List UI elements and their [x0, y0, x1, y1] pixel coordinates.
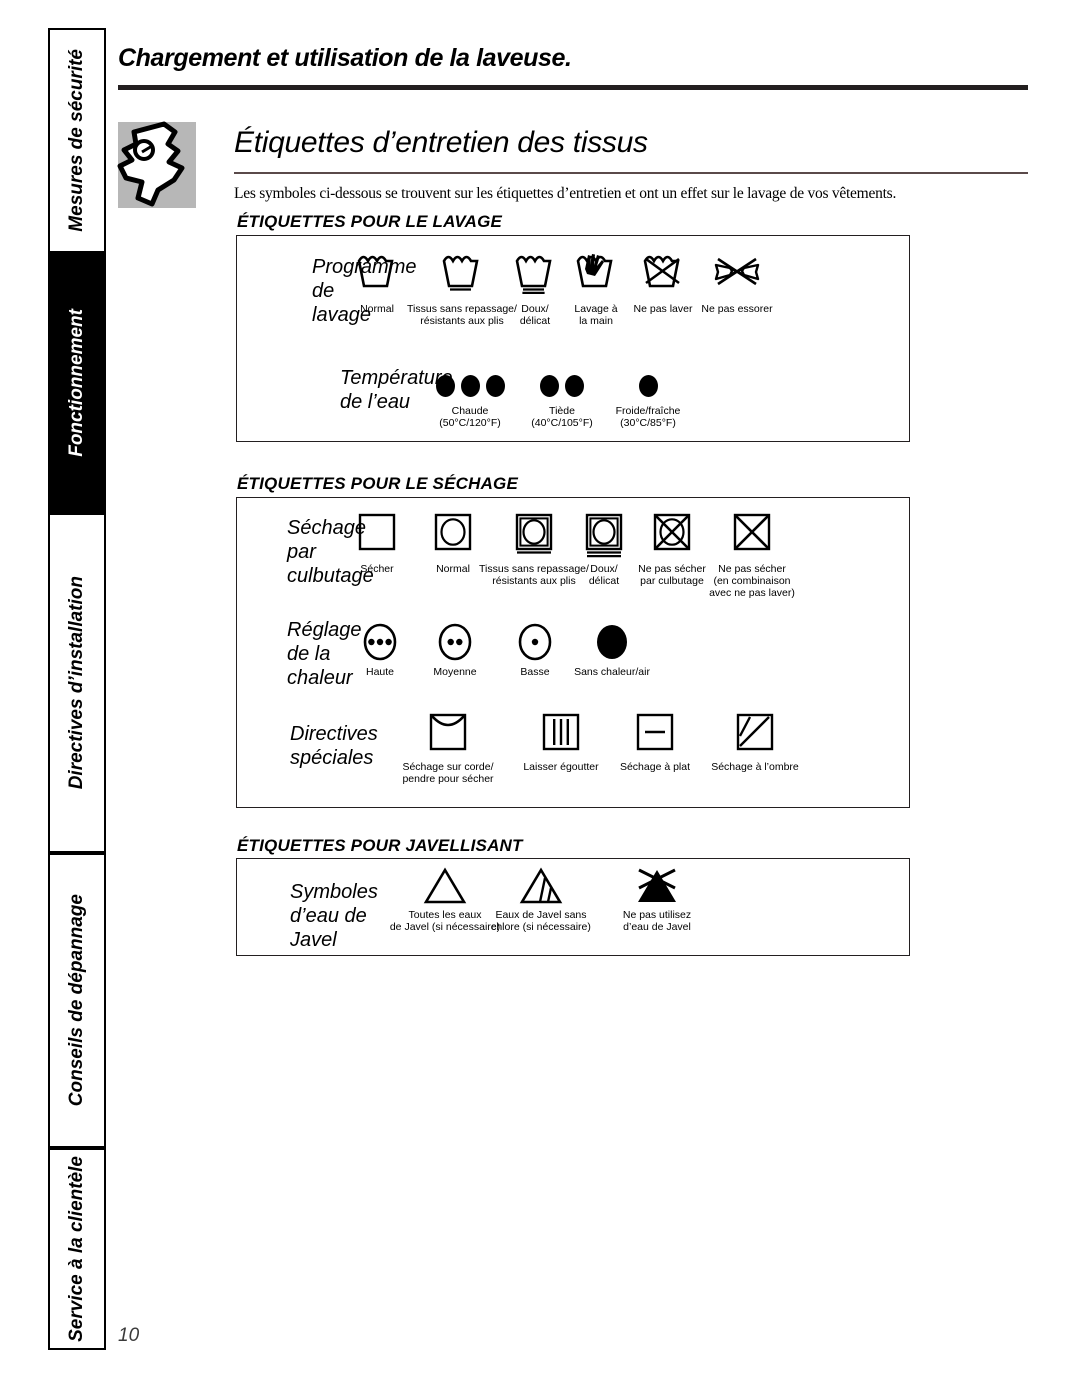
sidebar-tab-1[interactable]: Fonctionnement: [50, 253, 106, 513]
square-curve-icon: [388, 712, 508, 758]
symbol-item: Doux/délicat: [578, 512, 630, 587]
sidebar-tab-0[interactable]: Mesures de sécurité: [50, 28, 106, 253]
symbol-item: Tiède (40°C/105°F): [517, 375, 607, 429]
symbol-item: Laisser égoutter: [515, 712, 607, 773]
subsection-heading-lavage: ÉTIQUETTES POUR LE LAVAGE: [237, 212, 503, 231]
sidebar-tab-label: Service à la clientèle: [66, 1156, 87, 1342]
symbol-caption: Ne pas essorer: [701, 303, 773, 315]
dots-2-icon: [517, 375, 607, 402]
sidebar-tab-label: Fonctionnement: [66, 309, 87, 457]
row-label-javellisant-0: Symboles d’eau de Javel: [290, 881, 378, 951]
sidebar-tab-4[interactable]: Service à la clientèle: [50, 1148, 106, 1350]
washtub-2bar-icon: [504, 252, 566, 300]
symbol-item: Ne pas utilisez d’eau de Javel: [609, 866, 705, 933]
symbol-caption: Séchage à plat: [619, 761, 691, 773]
subsection-heading-javellisant: ÉTIQUETTES POUR JAVELLISANT: [237, 836, 523, 855]
square-circle-2bar-icon: [578, 512, 630, 560]
circle-dots-3-icon: [356, 620, 404, 663]
symbol-item: Séchage sur corde/pendre pour sécher: [388, 712, 508, 785]
circle-dots-2-icon: [420, 620, 490, 663]
symbol-item: Lavage à la main: [566, 252, 626, 327]
symbol-item: Chaude (50°C/120°F): [425, 375, 515, 429]
symbol-item: Haute: [356, 620, 404, 678]
symbol-caption: Eaux de Javel sans chlore (si nécessaire): [491, 909, 591, 933]
symbol-item: Basse: [509, 620, 561, 678]
symbol-item: Eaux de Javel sans chlore (si nécessaire): [482, 866, 600, 933]
washtub-hand-icon: [566, 252, 626, 300]
circle-dots-1-icon: [509, 620, 561, 663]
symbol-caption: Doux/délicat: [519, 303, 551, 327]
symbol-caption: Tiède (40°C/105°F): [531, 405, 593, 429]
sidebar-tab-3[interactable]: Conseils de dépannage: [50, 853, 106, 1148]
symbol-caption: Ne pas utilisez d’eau de Javel: [622, 909, 692, 933]
symbol-caption: Ne pas sécher (en combinaison avec ne pas …: [709, 563, 795, 599]
symbol-caption: Basse: [520, 666, 550, 678]
square-hbar-icon: [612, 712, 698, 758]
dots-1-icon: [598, 375, 698, 402]
symbol-item: Sécher: [353, 512, 401, 575]
header-divider: [118, 85, 1028, 90]
symbol-item: Séchage à plat: [612, 712, 698, 773]
garment-icon: [117, 121, 196, 208]
symbol-caption: Froide/fraîche (30°C/85°F): [615, 405, 681, 429]
triangle-filled-crossed-icon: [609, 866, 705, 906]
symbol-item: Moyenne: [420, 620, 490, 678]
row-label-sechage-1: Réglage de la chaleur: [287, 619, 362, 689]
square-crossed-icon: [698, 512, 806, 560]
symbol-caption: Sans chaleur/air: [574, 666, 650, 678]
square-vbars-icon: [515, 712, 607, 758]
sidebar-tab-2[interactable]: Directives d’installation: [50, 513, 106, 853]
symbol-item: Séchage à l’ombre: [705, 712, 805, 773]
symbol-caption: Séchage à l’ombre: [711, 761, 799, 773]
symbol-caption: Chaude (50°C/120°F): [439, 405, 501, 429]
symbol-caption: Laisser égoutter: [523, 761, 599, 773]
symbol-caption: Sécher: [360, 563, 394, 575]
section-divider: [234, 172, 1028, 174]
sidebar-tab-label: Directives d’installation: [66, 576, 87, 790]
symbol-caption: Séchage sur corde/pendre pour sécher: [402, 761, 494, 785]
wring-crossed-icon: [689, 252, 785, 300]
symbol-caption: Moyenne: [433, 666, 477, 678]
row-label-sechage-2: Directives spéciales: [290, 723, 378, 769]
symbol-item: Sans chaleur/air: [564, 620, 660, 678]
dots-3-icon: [425, 375, 515, 402]
sidebar-tab-label: Mesures de sécurité: [66, 49, 87, 232]
sidebar-tab-label: Conseils de dépannage: [66, 894, 87, 1107]
page-title: Chargement et utilisation de la laveuse.: [118, 44, 572, 72]
circle-filled-icon: [564, 620, 660, 663]
subsection-heading-sechage: ÉTIQUETTES POUR LE SÉCHAGE: [237, 474, 519, 493]
symbol-caption: Doux/délicat: [588, 563, 620, 587]
page-header: Chargement et utilisation de la laveuse.: [118, 44, 1028, 90]
square-diagonal-icon: [705, 712, 805, 758]
symbol-item: Doux/délicat: [504, 252, 566, 327]
section-title-block: Étiquettes d’entretien des tissus Les sy…: [117, 121, 1028, 214]
section-heading: Étiquettes d’entretien des tissus: [234, 126, 648, 159]
triangle-stripes-icon: [482, 866, 600, 906]
square-icon: [353, 512, 401, 560]
intro-text: Les symboles ci-dessous se trouvent sur …: [234, 185, 897, 202]
sidebar-tabs: Mesures de sécurité Fonctionnement Directi…: [48, 28, 106, 1350]
symbol-item: Froide/fraîche (30°C/85°F): [598, 375, 698, 429]
symbol-item: Ne pas sécher (en combinaison avec ne pas …: [698, 512, 806, 599]
page-number: 10: [118, 1325, 140, 1346]
symbol-caption: Lavage à la main: [574, 303, 618, 327]
symbol-item: Ne pas essorer: [689, 252, 785, 315]
symbol-caption: Haute: [365, 666, 395, 678]
